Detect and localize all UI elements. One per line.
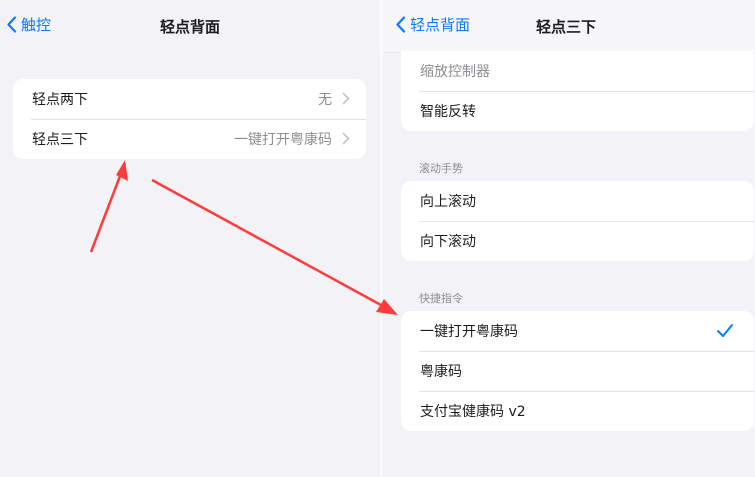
row-label: 轻点三下 — [32, 132, 88, 148]
row-label: 轻点两下 — [32, 92, 88, 108]
row-label: 向下滚动 — [420, 234, 476, 250]
row-double-tap[interactable]: 轻点两下 无 — [13, 79, 366, 119]
left-panel: 触控 轻点背面 轻点两下 无 轻点三下 一键打开粤康码 — [0, 0, 380, 477]
row-label: 缩放控制器 — [420, 64, 490, 80]
row-value: 无 — [318, 92, 332, 108]
page-title: 轻点三下 — [535, 18, 596, 36]
row-scroll-up[interactable]: 向上滚动 — [401, 181, 754, 221]
row-label: 支付宝健康码 v2 — [420, 404, 526, 420]
section-header-scroll: 滚动手势 — [419, 162, 463, 175]
row-value: 一键打开粤康码 — [234, 132, 332, 148]
row-shortcut-alipay-health[interactable]: 支付宝健康码 v2 — [401, 391, 754, 431]
row-zoom-controller[interactable]: 缩放控制器 — [401, 51, 754, 91]
right-panel: 轻点背面 轻点三下 缩放控制器 智能反转 滚动手势 向上滚动 向下滚动 快捷指令… — [383, 0, 755, 477]
section-header-shortcuts: 快捷指令 — [419, 292, 463, 305]
chevron-right-icon — [342, 92, 350, 105]
left-navbar: 触控 轻点背面 — [0, 0, 380, 52]
accessibility-group: 缩放控制器 智能反转 — [401, 51, 754, 131]
chevron-right-icon — [342, 132, 350, 145]
row-scroll-down[interactable]: 向下滚动 — [401, 221, 754, 261]
checkmark-icon — [717, 324, 733, 337]
row-label: 智能反转 — [420, 104, 476, 120]
row-shortcut-yuekang[interactable]: 粤康码 — [401, 351, 754, 391]
page-title: 轻点背面 — [159, 18, 220, 36]
back-tap-group: 轻点两下 无 轻点三下 一键打开粤康码 — [13, 79, 366, 159]
row-label: 一键打开粤康码 — [420, 324, 518, 340]
row-label: 粤康码 — [420, 364, 462, 380]
right-navbar: 轻点背面 轻点三下 — [383, 0, 755, 53]
row-label: 向上滚动 — [420, 194, 476, 210]
row-smart-invert[interactable]: 智能反转 — [401, 91, 754, 131]
scroll-gestures-group: 向上滚动 向下滚动 — [401, 181, 754, 261]
shortcuts-group: 一键打开粤康码 粤康码 支付宝健康码 v2 — [401, 311, 754, 431]
row-triple-tap[interactable]: 轻点三下 一键打开粤康码 — [13, 119, 366, 159]
row-shortcut-one-tap-code[interactable]: 一键打开粤康码 — [401, 311, 754, 351]
